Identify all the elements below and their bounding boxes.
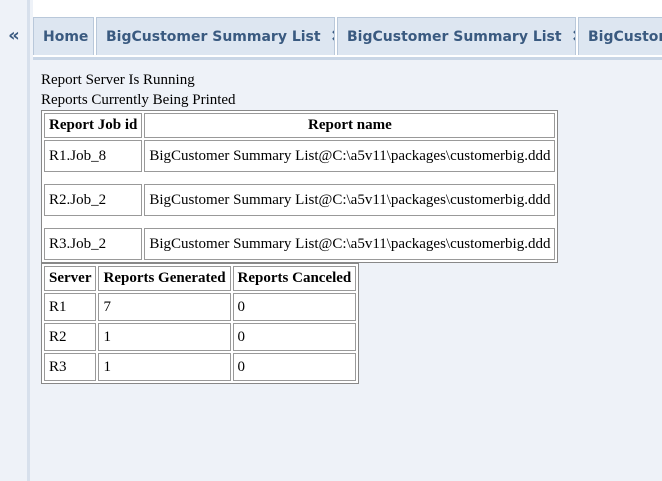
reports-generated-cell: 7 (98, 293, 231, 321)
close-icon[interactable]: ✖ (572, 27, 575, 46)
column-header-report-name: Report name (144, 113, 556, 138)
server-cell: R2 (44, 323, 97, 351)
tab-bigcustomer-partial[interactable]: BigCustom (578, 17, 662, 55)
tab-bar-divider (33, 57, 662, 60)
table-row: R3 1 0 (44, 353, 357, 381)
reports-canceled-cell: 0 (232, 293, 357, 321)
job-id-cell: R1.Job_8 (44, 140, 143, 172)
reports-canceled-cell: 0 (232, 353, 357, 381)
printing-status-text: Reports Currently Being Printed (41, 92, 236, 108)
server-cell: R3 (44, 353, 97, 381)
row-spacer (44, 218, 555, 226)
column-header-job-id: Report Job id (44, 113, 143, 138)
server-stats-table: Server Reports Generated Reports Cancele… (41, 263, 360, 384)
tab-label: BigCustom (588, 28, 662, 45)
tab-bigcustomer-summary-list-2[interactable]: BigCustomer Summary List ✖ (337, 17, 576, 55)
row-spacer (44, 174, 555, 182)
column-header-reports-canceled: Reports Canceled (232, 266, 357, 291)
table-row: R1 7 0 (44, 293, 357, 321)
server-status-text: Report Server Is Running (41, 72, 195, 88)
left-sidebar-strip: « (0, 0, 30, 481)
reports-canceled-cell: 0 (232, 323, 357, 351)
report-server-status-panel: Report Server Is Running Reports Current… (41, 70, 559, 384)
collapse-sidebar-icon[interactable]: « (3, 26, 25, 46)
server-cell: R1 (44, 293, 97, 321)
table-row: R2 1 0 (44, 323, 357, 351)
table-header-row: Server Reports Generated Reports Cancele… (44, 266, 357, 291)
tab-home[interactable]: Home (33, 17, 94, 55)
reports-generated-cell: 1 (98, 323, 231, 351)
column-header-reports-generated: Reports Generated (98, 266, 231, 291)
app-window: « Home BigCustomer Summary List ✖ BigCus… (0, 0, 662, 481)
tab-bigcustomer-summary-list-1[interactable]: BigCustomer Summary List ✖ (96, 17, 335, 55)
tab-label: BigCustomer Summary List (106, 28, 321, 45)
report-name-cell: BigCustomer Summary List@C:\a5v11\packag… (144, 184, 556, 216)
table-row: R3.Job_2 BigCustomer Summary List@C:\a5v… (44, 228, 556, 260)
job-id-cell: R3.Job_2 (44, 228, 143, 260)
report-name-cell: BigCustomer Summary List@C:\a5v11\packag… (144, 140, 556, 172)
table-row: R1.Job_8 BigCustomer Summary List@C:\a5v… (44, 140, 556, 172)
job-id-cell: R2.Job_2 (44, 184, 143, 216)
tab-label: Home (43, 28, 89, 45)
column-header-server: Server (44, 266, 97, 291)
reports-generated-cell: 1 (98, 353, 231, 381)
report-name-cell: BigCustomer Summary List@C:\a5v11\packag… (144, 228, 556, 260)
table-row: R2.Job_2 BigCustomer Summary List@C:\a5v… (44, 184, 556, 216)
table-header-row: Report Job id Report name (44, 113, 556, 138)
report-jobs-table: Report Job id Report name R1.Job_8 BigCu… (41, 110, 559, 263)
tab-label: BigCustomer Summary List (347, 28, 562, 45)
close-icon[interactable]: ✖ (331, 27, 334, 46)
